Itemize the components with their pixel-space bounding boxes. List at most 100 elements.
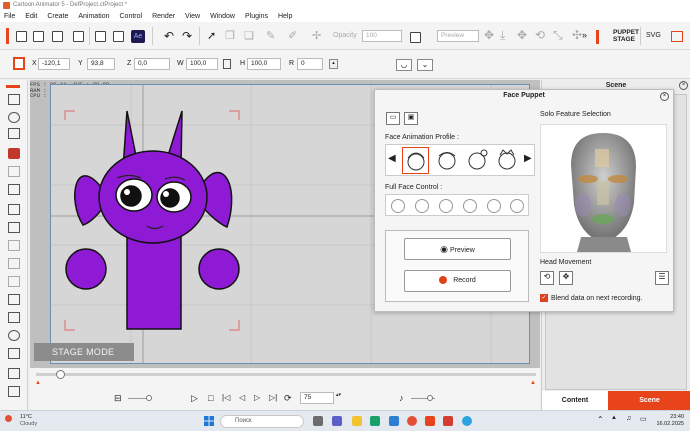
menu-window[interactable]: Window: [210, 13, 235, 20]
export-icon[interactable]: [73, 31, 84, 42]
teams-icon[interactable]: [332, 416, 342, 426]
link-icon[interactable]: [223, 59, 231, 69]
save-icon[interactable]: [52, 31, 63, 42]
new-file-icon[interactable]: [16, 31, 27, 42]
puppet-icon[interactable]: [8, 312, 20, 323]
puppet-stage-button[interactable]: PUPPET STAGE: [613, 29, 639, 43]
svg-button[interactable]: SVG: [646, 32, 661, 39]
record-button[interactable]: Record: [404, 270, 511, 292]
motion-icon[interactable]: [8, 148, 20, 159]
face-expression-2-icon[interactable]: [415, 199, 429, 213]
transform-icon[interactable]: ✢: [312, 29, 321, 42]
cartoon-animator-taskbar-icon[interactable]: [425, 416, 435, 426]
eraser-icon[interactable]: ✎: [266, 29, 275, 42]
yandex-icon[interactable]: [443, 416, 453, 426]
loop-icon[interactable]: ⟳: [284, 393, 292, 404]
head-preview[interactable]: [540, 124, 667, 253]
x-field[interactable]: -120,1: [38, 58, 70, 70]
select-arrow-icon[interactable]: ➚: [207, 29, 216, 42]
prev-frame-icon[interactable]: ◁: [239, 393, 245, 402]
task-view-icon[interactable]: [313, 416, 323, 426]
tab-scene[interactable]: Scene: [608, 391, 690, 410]
ease-in-icon[interactable]: ◡: [396, 59, 412, 71]
edge-icon[interactable]: [370, 416, 380, 426]
pen-icon[interactable]: ✐: [288, 29, 297, 42]
scrubber-handle[interactable]: [56, 370, 65, 379]
bone-icon[interactable]: [8, 112, 20, 123]
menu-plugins[interactable]: Plugins: [245, 13, 268, 20]
r-field[interactable]: 0: [297, 58, 323, 70]
profile-female-selected[interactable]: [402, 147, 429, 174]
chrome-icon[interactable]: [407, 416, 417, 426]
profile-next-icon[interactable]: ▶: [524, 153, 532, 164]
tray-chevron-icon[interactable]: ⌃: [597, 415, 604, 424]
w-field[interactable]: 100,0: [186, 58, 218, 70]
head-reset-icon[interactable]: ⟲: [540, 271, 554, 285]
face-key-icon[interactable]: [8, 330, 20, 341]
network-icon[interactable]: ▲: [611, 415, 617, 421]
weather-icon[interactable]: [5, 415, 12, 422]
rotate-icon[interactable]: ⟲: [535, 28, 545, 42]
profile-boy[interactable]: [494, 147, 520, 174]
export-stage-icon[interactable]: [8, 386, 20, 397]
telegram-icon[interactable]: [462, 416, 472, 426]
head-move-icon[interactable]: ✥: [559, 271, 573, 285]
preview-select[interactable]: Preview: [437, 30, 479, 42]
flip-icon[interactable]: [410, 32, 421, 43]
ease-out-icon[interactable]: ⌄: [417, 59, 433, 71]
menu-control[interactable]: Control: [120, 13, 143, 20]
timeline-icon[interactable]: [8, 222, 20, 233]
move-down-icon[interactable]: ⤓: [500, 28, 505, 43]
attribute-icon[interactable]: [13, 57, 25, 70]
frame-spin-icon[interactable]: ▴▾: [336, 392, 341, 398]
preview-button[interactable]: ◉ Preview: [404, 238, 511, 260]
h-field[interactable]: 100,0: [247, 58, 281, 70]
music-icon[interactable]: ♪: [399, 393, 404, 403]
face-expression-5-icon[interactable]: [487, 199, 501, 213]
menu-animation[interactable]: Animation: [78, 13, 109, 20]
after-effects-icon[interactable]: Ae: [131, 30, 145, 43]
y-field[interactable]: 93,8: [87, 58, 115, 70]
play-icon[interactable]: ▷: [191, 393, 198, 404]
store-icon[interactable]: [389, 416, 399, 426]
menu-create[interactable]: Create: [47, 13, 68, 20]
speed-icon[interactable]: ⊟: [114, 393, 122, 404]
import-icon[interactable]: [113, 31, 124, 42]
end-marker-icon[interactable]: ▲: [530, 380, 536, 386]
face-expression-1-icon[interactable]: [391, 199, 405, 213]
r-spin-icon[interactable]: ▴: [329, 59, 338, 69]
layer-icon[interactable]: [8, 240, 20, 251]
run-icon[interactable]: [8, 276, 20, 287]
face-expression-3-icon[interactable]: [439, 199, 453, 213]
move-icon[interactable]: ✥: [484, 28, 494, 42]
menu-help[interactable]: Help: [278, 13, 292, 20]
load-profile-icon[interactable]: ▭: [386, 112, 400, 125]
redo-icon[interactable]: ↷: [182, 29, 192, 43]
undo-icon[interactable]: ↶: [164, 29, 174, 43]
open-folder-icon[interactable]: [33, 31, 44, 42]
speed-slider-handle[interactable]: [146, 395, 152, 401]
grid-icon[interactable]: [8, 204, 20, 215]
face-expression-6-icon[interactable]: [510, 199, 524, 213]
menu-edit[interactable]: Edit: [25, 13, 37, 20]
menu-render[interactable]: Render: [152, 13, 175, 20]
deform-icon[interactable]: [8, 166, 20, 177]
menu-file[interactable]: File: [4, 13, 15, 20]
opacity-field[interactable]: 100: [362, 30, 402, 42]
head-turn-icon[interactable]: [8, 348, 20, 359]
volume-icon[interactable]: ♫: [626, 415, 631, 422]
profile-girl[interactable]: [464, 147, 490, 174]
menu-view[interactable]: View: [185, 13, 200, 20]
blend-checkbox[interactable]: ✓: [540, 294, 548, 302]
z-field[interactable]: 0,0: [134, 58, 170, 70]
prev-key-icon[interactable]: |◁: [222, 393, 230, 402]
paste-icon[interactable]: ❏: [244, 29, 254, 42]
timeline-scrubber[interactable]: [36, 373, 536, 376]
windows-start-icon[interactable]: [204, 416, 214, 426]
snap-icon[interactable]: ✣: [572, 28, 582, 42]
frame-field[interactable]: 75: [300, 392, 334, 404]
search-box[interactable]: Поиск: [220, 415, 304, 428]
head-settings-icon[interactable]: ☰: [655, 271, 669, 285]
camera-icon[interactable]: [8, 368, 20, 379]
save-profile-icon[interactable]: ▣: [404, 112, 418, 125]
